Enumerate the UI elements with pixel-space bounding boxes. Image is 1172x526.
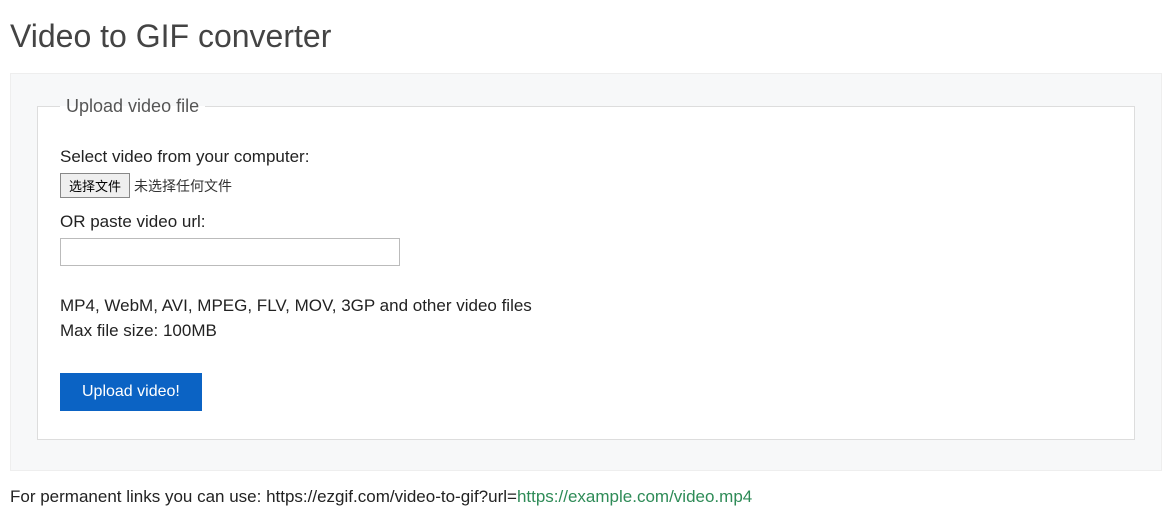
upload-legend: Upload video file <box>60 96 205 117</box>
main-panel: Upload video file Select video from your… <box>10 73 1162 471</box>
page-title: Video to GIF converter <box>10 18 1162 55</box>
footer-example-url: https://example.com/video.mp4 <box>517 487 752 506</box>
footer-prefix: For permanent links you can use: <box>10 487 266 506</box>
permanent-link-note: For permanent links you can use: https:/… <box>10 487 1162 507</box>
choose-file-button[interactable]: 选择文件 <box>60 173 130 198</box>
or-paste-url-label: OR paste video url: <box>60 212 1112 232</box>
formats-note: MP4, WebM, AVI, MPEG, FLV, MOV, 3GP and … <box>60 294 1112 319</box>
upload-video-button[interactable]: Upload video! <box>60 373 202 411</box>
video-url-input[interactable] <box>60 238 400 266</box>
footer-base-url: https://ezgif.com/video-to-gif?url= <box>266 487 517 506</box>
size-note: Max file size: 100MB <box>60 319 1112 344</box>
select-video-label: Select video from your computer: <box>60 147 1112 167</box>
file-status-text: 未选择任何文件 <box>134 176 232 196</box>
upload-fieldset: Upload video file Select video from your… <box>37 96 1135 440</box>
info-block: MP4, WebM, AVI, MPEG, FLV, MOV, 3GP and … <box>60 294 1112 343</box>
file-input-wrap: 选择文件 未选择任何文件 <box>60 173 1112 198</box>
